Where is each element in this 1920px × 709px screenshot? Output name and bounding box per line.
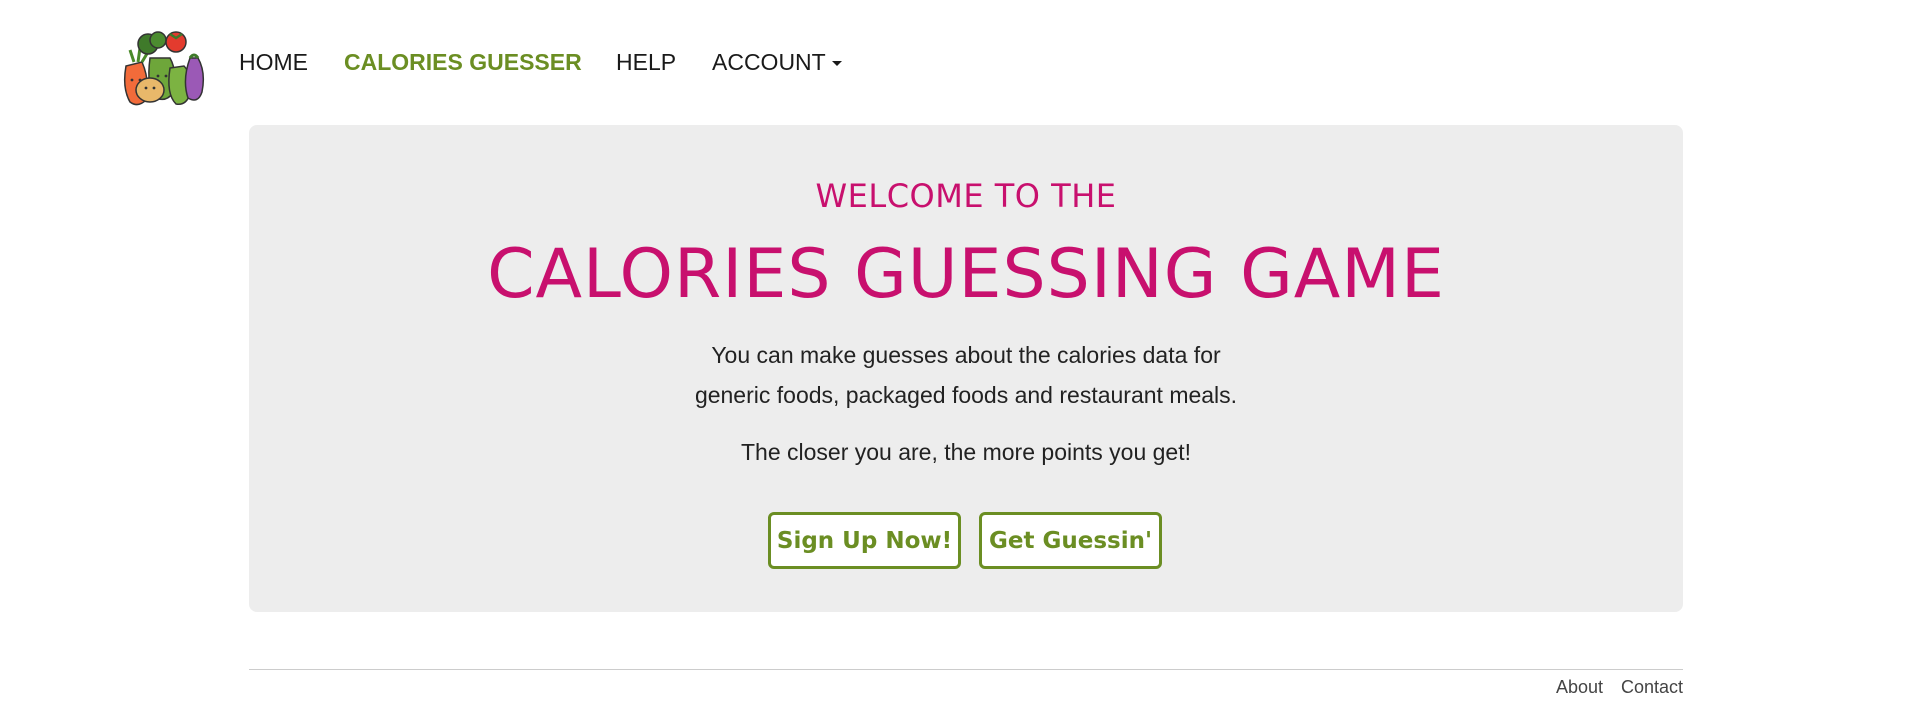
page-title: CALORIES GUESSING GAME bbox=[487, 235, 1445, 314]
caret-down-icon bbox=[831, 61, 842, 67]
footer-divider bbox=[249, 669, 1683, 670]
nav-help[interactable]: HELP bbox=[616, 48, 676, 76]
navbar: HOME CALORIES GUESSER HELP ACCOUNT bbox=[0, 0, 1920, 125]
nav-calories-guesser[interactable]: CALORIES GUESSER bbox=[344, 48, 582, 76]
footer-about-link[interactable]: About bbox=[1556, 677, 1603, 698]
welcome-heading: WELCOME TO THE bbox=[815, 177, 1117, 215]
description-line-1: You can make guesses about the calories … bbox=[711, 342, 1221, 368]
description-line-2: generic foods, packaged foods and restau… bbox=[694, 382, 1238, 408]
nav-home[interactable]: HOME bbox=[239, 48, 308, 76]
hero-panel: WELCOME TO THE CALORIES GUESSING GAME Yo… bbox=[249, 125, 1683, 612]
vegetables-logo-icon[interactable] bbox=[120, 28, 206, 108]
footer-contact-link[interactable]: Contact bbox=[1621, 677, 1683, 698]
hero-description: You can make guesses about the calories … bbox=[249, 335, 1683, 415]
get-guessin-button[interactable]: Get Guessin' bbox=[979, 512, 1162, 569]
nav-account-label: ACCOUNT bbox=[712, 49, 826, 75]
nav-account-dropdown[interactable]: ACCOUNT bbox=[712, 48, 842, 76]
sign-up-button[interactable]: Sign Up Now! bbox=[768, 512, 961, 569]
hero-tagline: The closer you are, the more points you … bbox=[740, 439, 1192, 465]
